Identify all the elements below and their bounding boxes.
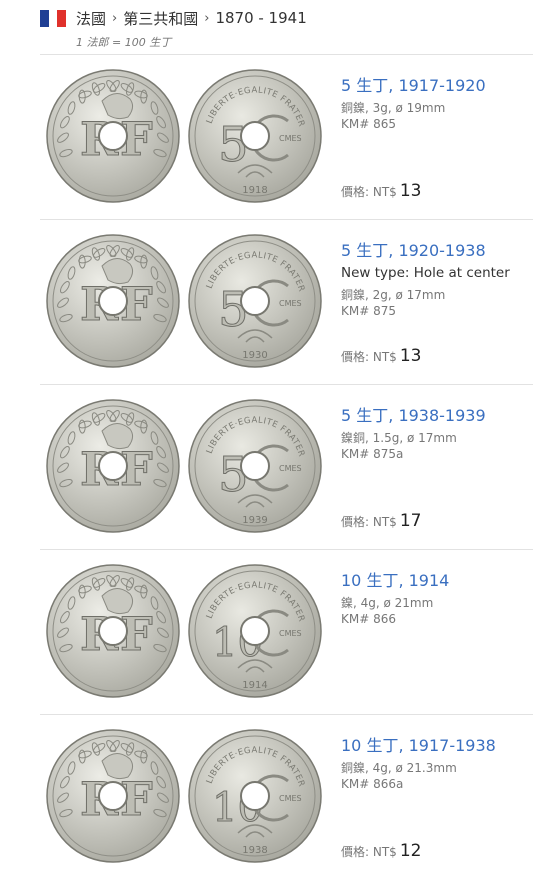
- coin-price: 價格: NT$ 13: [341, 181, 421, 201]
- coin-title-link[interactable]: 5 生丁, 1920-1938: [341, 237, 486, 261]
- coin-obverse-image: RF: [46, 234, 180, 368]
- svg-text:CMES: CMES: [279, 629, 302, 638]
- coin-km-number: KM# 875a: [341, 447, 404, 461]
- coin-reverse-image: LIBERTE·EGALITE FRATERNITE5CMES1918: [188, 69, 322, 203]
- coin-price: 價格: NT$ 17: [341, 511, 421, 531]
- coin-reverse-image: LIBERTE·EGALITE FRATERNITE5CMES1939: [188, 399, 322, 533]
- coin-specs: 鎳銅, 1.5g, ø 17mm KM# 875a: [341, 430, 457, 462]
- breadcrumb-years: 1870 - 1941: [215, 9, 307, 27]
- breadcrumb: 法國 › 第三共和國 › 1870 - 1941: [40, 7, 307, 29]
- coin-obverse-image: RF: [46, 729, 180, 863]
- coin-title-link[interactable]: 5 生丁, 1938-1939: [341, 402, 486, 426]
- coin-composition: 銅鎳, 3g, ø 19mm: [341, 101, 446, 115]
- price-value: 12: [399, 841, 422, 861]
- breadcrumb-period[interactable]: 第三共和國: [123, 8, 198, 29]
- breadcrumb-separator: ›: [112, 10, 118, 26]
- coin-reverse-image: LIBERTE·EGALITE FRATERNITE10CMES1938: [188, 729, 322, 863]
- coin-composition: 銅鎳, 2g, ø 17mm: [341, 288, 446, 302]
- coin-list-item: RFLIBERTE·EGALITE FRATERNITE5CMES19305 生…: [40, 219, 533, 384]
- coin-km-number: KM# 866: [341, 612, 396, 626]
- price-label: 價格: NT$: [341, 350, 397, 364]
- price-label: 價格: NT$: [341, 185, 397, 199]
- breadcrumb-separator: ›: [204, 10, 210, 26]
- coin-specs: 鎳, 4g, ø 21mm KM# 866: [341, 595, 433, 627]
- france-flag-icon: [40, 9, 67, 27]
- coin-title-link[interactable]: 10 生丁, 1914: [341, 567, 449, 591]
- coin-reverse-image: LIBERTE·EGALITE FRATERNITE10CMES1914: [188, 564, 322, 698]
- coin-composition: 銅鎳, 4g, ø 21.3mm: [341, 761, 457, 775]
- coin-obverse-image: RF: [46, 69, 180, 203]
- svg-text:1914: 1914: [242, 680, 267, 691]
- coin-specs: 銅鎳, 2g, ø 17mm KM# 875: [341, 287, 445, 319]
- svg-text:1930: 1930: [242, 350, 267, 361]
- coin-km-number: KM# 875: [341, 304, 396, 318]
- coin-list-item: RFLIBERTE·EGALITE FRATERNITE5CMES19395 生…: [40, 384, 533, 549]
- coin-km-number: KM# 866a: [341, 777, 404, 791]
- coin-obverse-image: RF: [46, 564, 180, 698]
- svg-text:CMES: CMES: [279, 299, 302, 308]
- coin-composition: 鎳銅, 1.5g, ø 17mm: [341, 431, 457, 445]
- coin-obverse-image: RF: [46, 399, 180, 533]
- price-value: 13: [399, 346, 422, 366]
- coin-composition: 鎳, 4g, ø 21mm: [341, 596, 434, 610]
- svg-text:1939: 1939: [242, 515, 267, 526]
- coin-list-item: RFLIBERTE·EGALITE FRATERNITE10CMES191410…: [40, 549, 533, 714]
- coin-note: New type: Hole at center: [341, 265, 510, 281]
- svg-text:1918: 1918: [242, 185, 267, 196]
- currency-subtitle: 1 法郎 = 100 生丁: [76, 36, 172, 49]
- price-value: 13: [399, 181, 422, 201]
- coin-price: 價格: NT$ 13: [341, 346, 421, 366]
- coin-list-item: RFLIBERTE·EGALITE FRATERNITE10CMES193810…: [40, 714, 533, 879]
- svg-text:CMES: CMES: [279, 134, 302, 143]
- coin-specs: 銅鎳, 3g, ø 19mm KM# 865: [341, 100, 445, 132]
- coin-km-number: KM# 865: [341, 117, 396, 131]
- coin-price: 價格: NT$ 12: [341, 841, 421, 861]
- price-value: 17: [399, 511, 422, 531]
- svg-text:CMES: CMES: [279, 794, 302, 803]
- coin-reverse-image: LIBERTE·EGALITE FRATERNITE5CMES1930: [188, 234, 322, 368]
- price-label: 價格: NT$: [341, 515, 397, 529]
- coin-title-link[interactable]: 10 生丁, 1917-1938: [341, 732, 496, 756]
- coin-specs: 銅鎳, 4g, ø 21.3mm KM# 866a: [341, 760, 457, 792]
- coin-list-item: RFLIBERTE·EGALITE FRATERNITE5CMES19185 生…: [40, 54, 533, 219]
- svg-text:CMES: CMES: [279, 464, 302, 473]
- svg-text:1938: 1938: [242, 845, 267, 856]
- price-label: 價格: NT$: [341, 845, 397, 859]
- coin-list: RFLIBERTE·EGALITE FRATERNITE5CMES19185 生…: [40, 54, 533, 879]
- breadcrumb-country[interactable]: 法國: [76, 8, 106, 29]
- coin-title-link[interactable]: 5 生丁, 1917-1920: [341, 72, 486, 96]
